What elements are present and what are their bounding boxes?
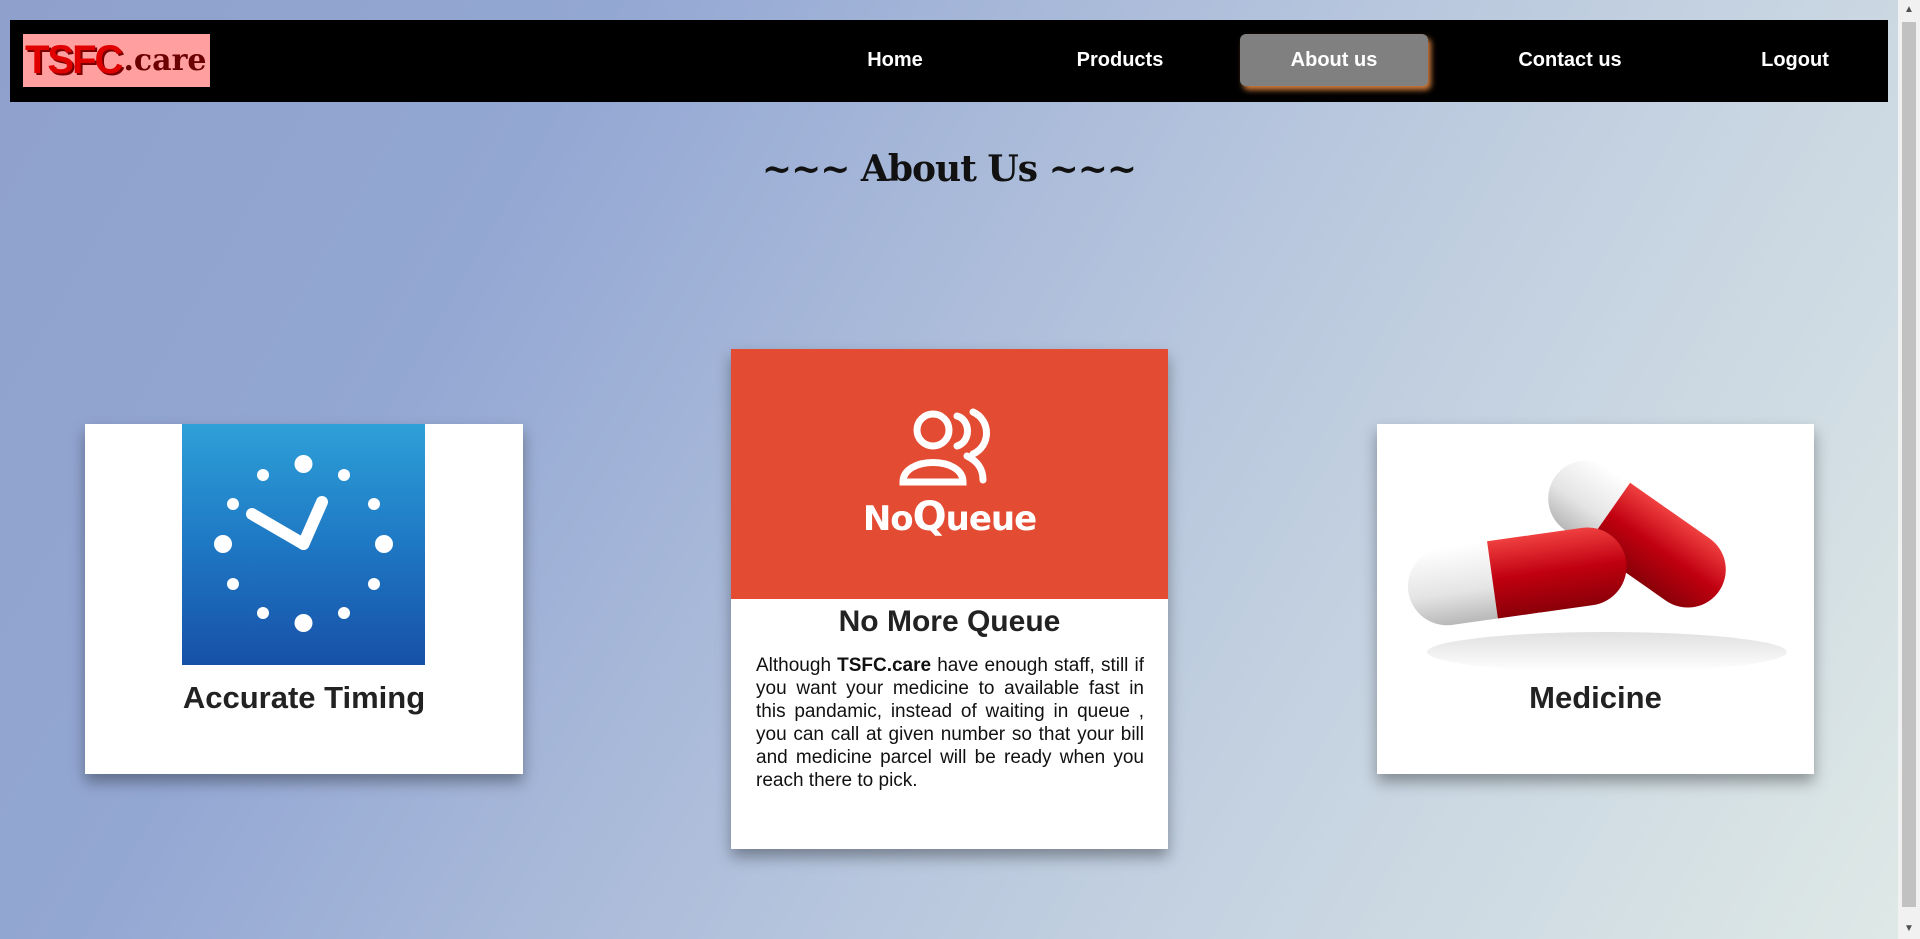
logo-brand: TSFC xyxy=(25,38,123,82)
noqueue-q: Q xyxy=(912,494,947,540)
scroll-up-icon[interactable]: ▲ xyxy=(1898,0,1920,20)
card-title-medicine: Medicine xyxy=(1529,680,1662,715)
navbar: TSFC .care Home Products About us Contac… xyxy=(10,20,1888,102)
vertical-scrollbar[interactable]: ▲ ▼ xyxy=(1898,0,1920,939)
card-title-accurate-timing: Accurate Timing xyxy=(182,680,426,715)
logo-tld: .care xyxy=(123,43,207,78)
page-title: ~~~ About Us ~~~ xyxy=(761,148,1137,190)
card-no-more-queue: NoQueue No More Queue Although TSFC.care… xyxy=(731,349,1168,849)
page: TSFC .care Home Products About us Contac… xyxy=(0,0,1898,939)
card-title-no-more-queue: No More Queue xyxy=(838,605,1061,638)
people-icon xyxy=(898,408,990,486)
nav-products[interactable]: Products xyxy=(1026,34,1214,86)
capsule-icon xyxy=(1397,424,1797,674)
desc-brand: TSFC.care xyxy=(837,655,932,676)
scroll-down-icon[interactable]: ▼ xyxy=(1898,919,1920,939)
nav-logout[interactable]: Logout xyxy=(1701,34,1889,86)
noqueue-no: No xyxy=(862,499,914,539)
desc-before: Although xyxy=(756,655,838,676)
nav-contact[interactable]: Contact us xyxy=(1476,34,1664,86)
nav-home[interactable]: Home xyxy=(801,34,989,86)
card-medicine: Medicine xyxy=(1377,424,1814,774)
noqueue-logo: NoQueue xyxy=(731,349,1168,599)
site-logo[interactable]: TSFC .care xyxy=(23,34,210,87)
scroll-thumb[interactable] xyxy=(1902,22,1916,907)
nav-about[interactable]: About us xyxy=(1240,34,1428,86)
card-accurate-timing: Accurate Timing xyxy=(85,424,523,774)
card-description: Although TSFC.care have enough staff, st… xyxy=(756,654,1144,792)
clock-icon xyxy=(182,424,425,665)
noqueue-ueue: ueue xyxy=(945,499,1038,539)
noqueue-wordmark: NoQueue xyxy=(862,494,1038,540)
